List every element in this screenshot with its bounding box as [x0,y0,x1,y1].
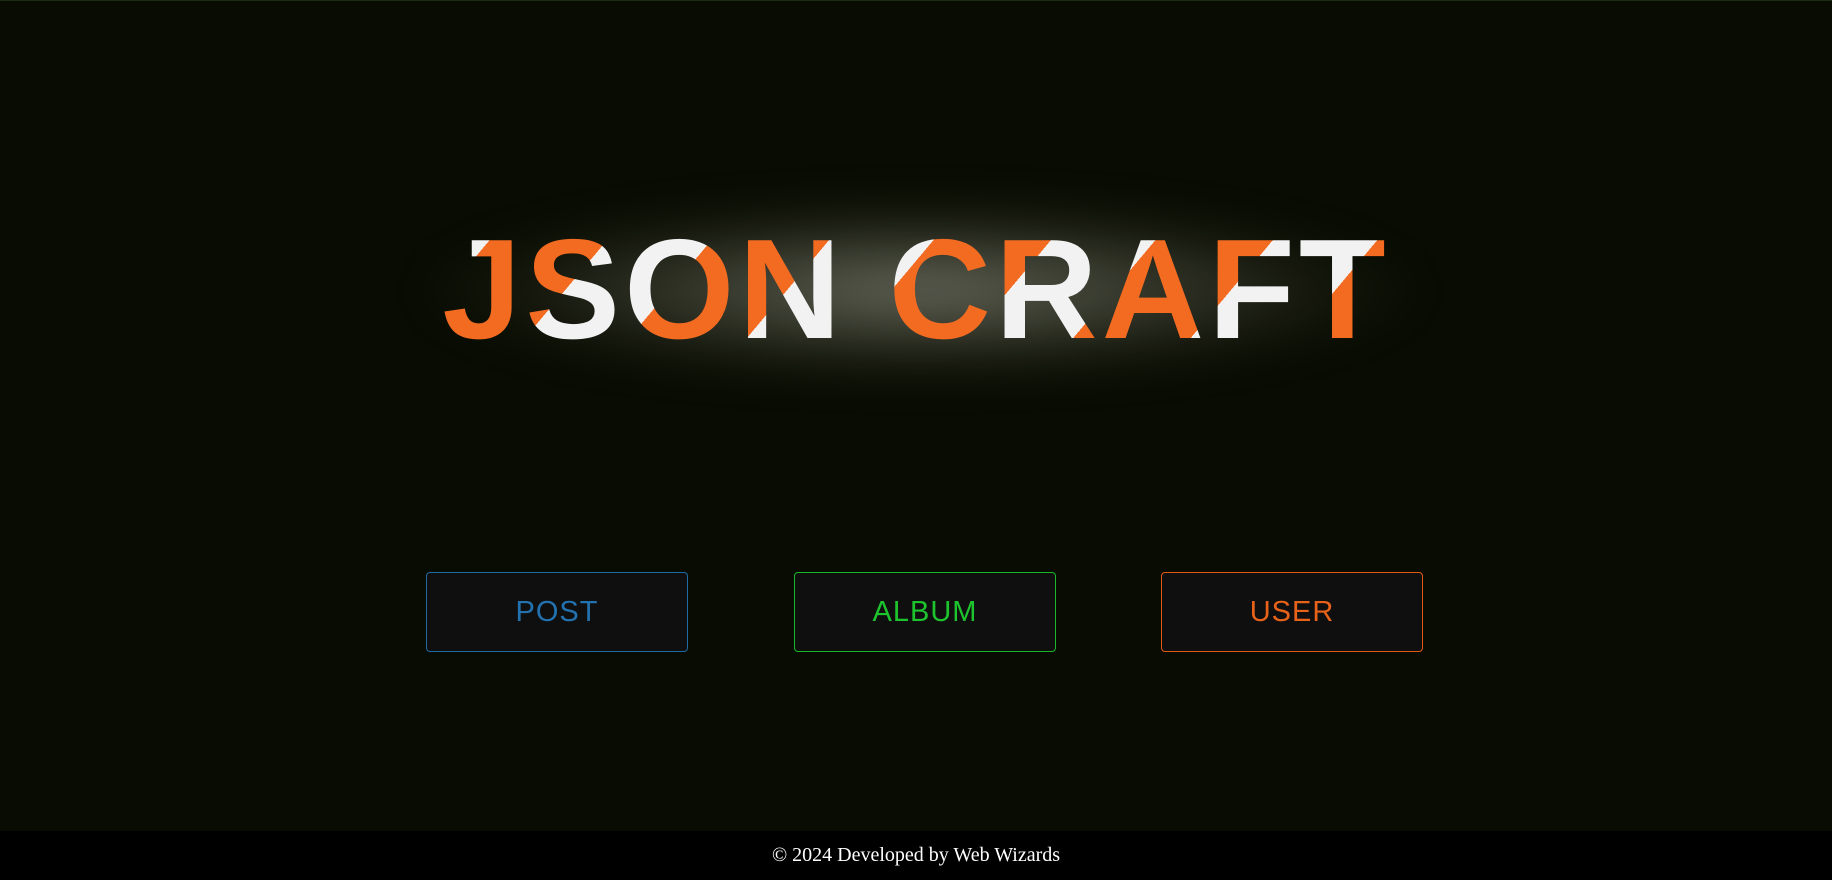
hero-section: JSON CRAFT [0,0,1832,560]
user-button[interactable]: USER [1161,572,1423,652]
album-button[interactable]: ALBUM [794,572,1056,652]
post-button[interactable]: POST [426,572,688,652]
nav-buttons: POST ALBUM USER [0,572,1832,652]
footer: © 2024 Developed by Web Wizards [0,831,1832,880]
page-title: JSON CRAFT [0,215,1832,365]
logo-text: JSON CRAFT [442,210,1390,369]
footer-text: © 2024 Developed by Web Wizards [771,844,1061,866]
